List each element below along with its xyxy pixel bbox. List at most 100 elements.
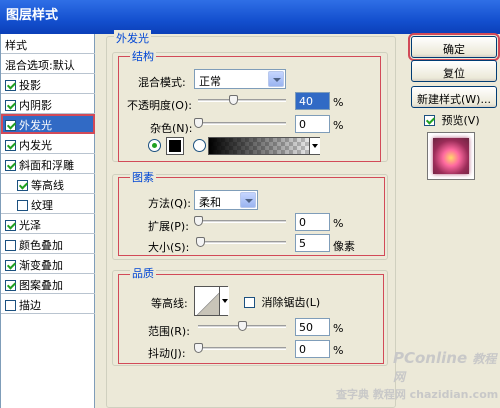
style-list-item-label: 颜色叠加	[19, 239, 63, 252]
spread-input[interactable]: 0	[295, 213, 330, 231]
style-list-item[interactable]: 混合选项:默认	[1, 54, 95, 74]
jitter-unit: %	[333, 344, 344, 357]
spread-unit: %	[333, 217, 344, 230]
style-list-item-label: 纹理	[31, 199, 53, 212]
checkbox-icon[interactable]	[5, 260, 16, 271]
opacity-slider[interactable]	[198, 99, 286, 102]
style-list-item[interactable]: 渐变叠加	[1, 254, 95, 274]
checkbox-icon[interactable]	[17, 200, 28, 211]
gradient-dropdown[interactable]	[309, 138, 320, 154]
checkbox-icon[interactable]	[5, 240, 16, 251]
size-slider-thumb[interactable]	[195, 237, 205, 247]
checkbox-icon[interactable]	[5, 100, 16, 111]
spread-label: 扩展(P):	[148, 220, 189, 233]
opacity-input[interactable]: 40	[295, 92, 330, 110]
style-list-item[interactable]: 纹理	[1, 194, 95, 214]
preview-check-icon	[424, 115, 435, 126]
chevron-down-icon	[268, 71, 284, 87]
size-input[interactable]: 5	[295, 234, 330, 252]
reset-button[interactable]: 复位	[411, 60, 497, 82]
range-label: 范围(R):	[148, 325, 190, 338]
spread-slider-thumb[interactable]	[194, 216, 203, 226]
opacity-unit: %	[333, 96, 344, 109]
style-list-item-label: 内阴影	[19, 99, 52, 112]
new-style-button[interactable]: 新建样式(W)...	[411, 86, 497, 108]
style-list-item[interactable]: 图案叠加	[1, 274, 95, 294]
style-list-item[interactable]: 颜色叠加	[1, 234, 95, 254]
blend-mode-select[interactable]: 正常	[194, 69, 286, 89]
preview-label: 预览(V)	[441, 114, 480, 127]
antialias-label: 消除锯齿(L)	[261, 296, 321, 309]
gradient-picker[interactable]	[208, 137, 320, 155]
style-list-item[interactable]: 内阴影	[1, 94, 95, 114]
style-list-item[interactable]: 光泽	[1, 214, 95, 234]
checkbox-icon[interactable]	[5, 220, 16, 231]
size-slider[interactable]	[198, 241, 286, 244]
noise-unit: %	[333, 119, 344, 132]
antialias-check-icon	[244, 297, 255, 308]
outer-glow-legend: 外发光	[114, 30, 151, 46]
noise-slider-thumb[interactable]	[194, 118, 203, 128]
style-list-item[interactable]: 描边	[1, 294, 95, 314]
style-list-item-label: 渐变叠加	[19, 259, 63, 272]
checkbox-icon[interactable]	[5, 140, 16, 151]
style-list-item-label: 投影	[19, 79, 41, 92]
caret-down-icon	[312, 144, 318, 148]
style-list-item[interactable]: 外发光	[1, 114, 95, 134]
style-list-item-label: 描边	[19, 299, 41, 312]
checkbox-icon[interactable]	[5, 80, 16, 91]
method-label: 方法(Q):	[148, 197, 191, 210]
noise-label: 杂色(N):	[150, 122, 193, 135]
jitter-slider-thumb[interactable]	[194, 343, 203, 353]
watermark-brand: PConline 教程网	[393, 349, 497, 384]
blend-mode-label: 混合模式:	[138, 76, 186, 89]
noise-slider[interactable]	[198, 122, 286, 125]
range-unit: %	[333, 322, 344, 335]
style-list-item-label: 图案叠加	[19, 279, 63, 292]
title-bar: 图层样式	[0, 0, 500, 34]
glow-color-fill	[169, 140, 181, 152]
spread-slider[interactable]	[198, 220, 286, 223]
checkbox-icon[interactable]	[17, 180, 28, 191]
opacity-label: 不透明度(O):	[127, 99, 192, 112]
range-slider-thumb[interactable]	[238, 321, 247, 331]
jitter-input[interactable]: 0	[295, 340, 330, 358]
checkbox-icon[interactable]	[5, 120, 16, 131]
style-list-item-label: 混合选项:默认	[5, 59, 75, 72]
watermark-site: 查字典 教程网 chazidian.com	[336, 388, 499, 401]
style-list-item[interactable]: 等高线	[1, 174, 95, 194]
size-unit: 像素	[333, 240, 355, 253]
style-list-item-label: 内发光	[19, 139, 52, 152]
style-list-item[interactable]: 斜面和浮雕	[1, 154, 95, 174]
style-list-item-label: 等高线	[31, 179, 64, 192]
jitter-slider[interactable]	[198, 347, 286, 350]
style-list-item[interactable]: 投影	[1, 74, 95, 94]
technique-value: 柔和	[199, 196, 221, 209]
caret-down-icon	[222, 299, 228, 303]
checkbox-icon[interactable]	[5, 300, 16, 311]
contour-label: 等高线:	[151, 297, 188, 310]
style-list: 样式 混合选项:默认 投影 内阴影 外发光 内发光 斜面和浮雕 等高线 纹理 光泽 颜色叠加 渐变叠…	[0, 34, 95, 408]
style-list-item[interactable]: 内发光	[1, 134, 95, 154]
structure-legend: 结构	[130, 48, 156, 64]
gradient-radio[interactable]	[193, 139, 206, 152]
preview-swatch	[433, 138, 469, 174]
preview-checkbox[interactable]: 预览(V)	[424, 112, 480, 128]
jitter-label: 抖动(J):	[148, 347, 186, 360]
style-list-item-label: 外发光	[19, 119, 52, 132]
style-list-item-label: 斜面和浮雕	[19, 159, 74, 172]
contour-dropdown[interactable]	[219, 287, 229, 315]
elements-legend: 图素	[130, 169, 156, 185]
quality-legend: 品质	[130, 265, 156, 281]
noise-input[interactable]: 0	[295, 115, 330, 133]
glow-color-swatch[interactable]	[166, 137, 184, 155]
ok-button[interactable]: 确定	[408, 33, 500, 61]
range-input[interactable]: 50	[295, 318, 330, 336]
checkbox-icon[interactable]	[5, 160, 16, 171]
checkbox-icon[interactable]	[5, 280, 16, 291]
blend-mode-value: 正常	[199, 75, 221, 88]
antialias-checkbox[interactable]: 消除锯齿(L)	[244, 294, 320, 310]
technique-select[interactable]: 柔和	[194, 190, 258, 210]
size-label: 大小(S):	[148, 241, 190, 254]
color-radio[interactable]	[148, 139, 161, 152]
